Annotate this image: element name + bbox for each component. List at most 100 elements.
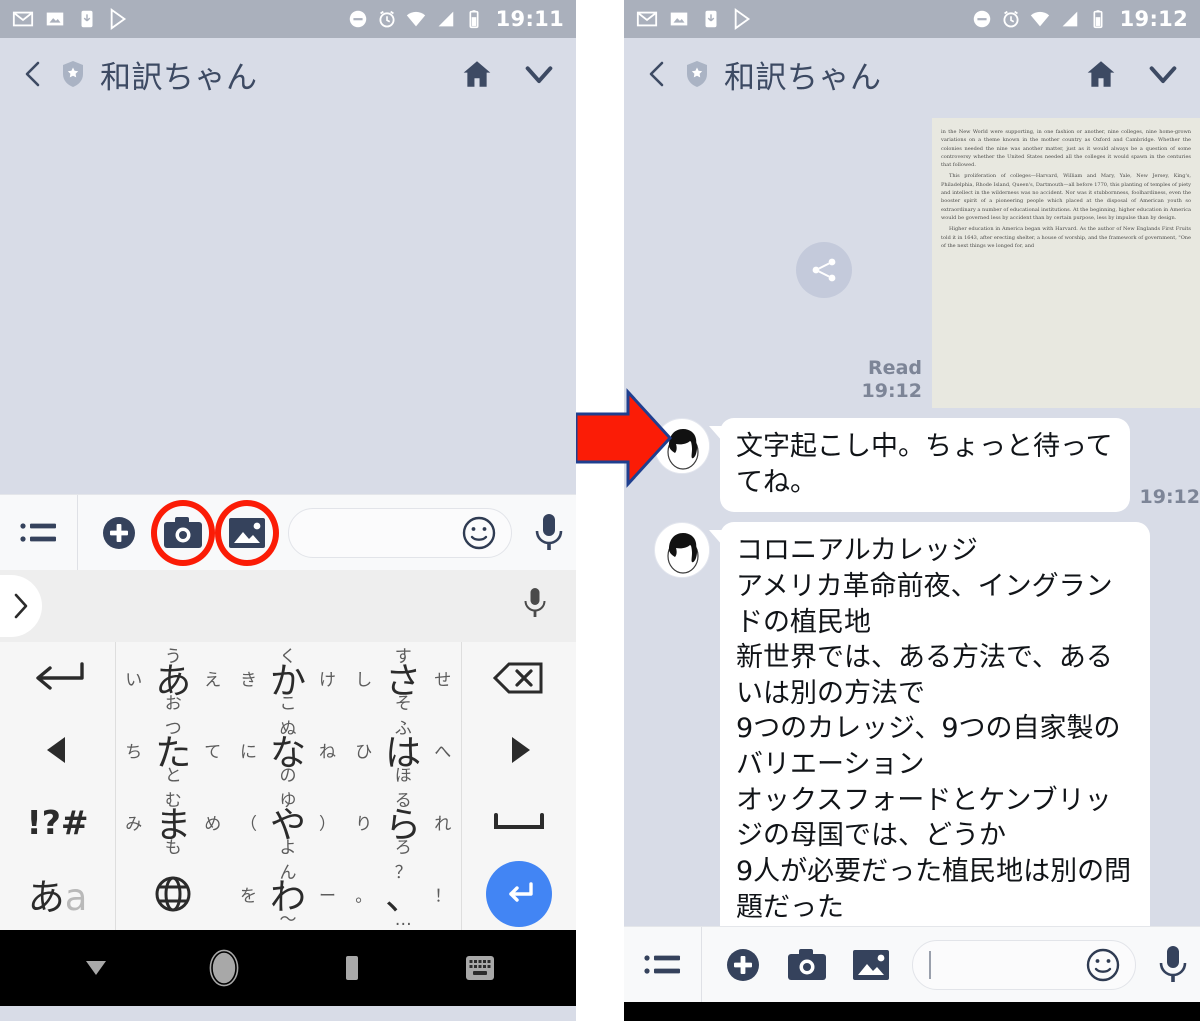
punctuation-key-d: … bbox=[394, 910, 412, 930]
key-ma-glyphs: まむもみめ bbox=[119, 786, 227, 858]
chat-title: 和訳ちゃん bbox=[724, 59, 882, 96]
left-android-nav-bar bbox=[0, 930, 576, 1006]
message-bubble[interactable]: 文字起こし中。ちょっと待っててね。 bbox=[709, 418, 1130, 513]
key-sa-glyphs: さすそしせ bbox=[349, 642, 457, 714]
photos-icon bbox=[670, 12, 688, 26]
undo-key[interactable] bbox=[0, 642, 115, 714]
keyboard-voice-input-button[interactable] bbox=[522, 586, 548, 626]
wifi-icon bbox=[406, 11, 425, 27]
circle-icon bbox=[209, 949, 239, 987]
chevron-down-icon[interactable] bbox=[522, 57, 556, 91]
message-bubble[interactable]: コロニアルカレッジ アメリカ革命前夜、イングランドの植民地 新世界では、ある方法… bbox=[709, 522, 1150, 926]
gmail-icon bbox=[12, 11, 34, 27]
right-phone-screenshot: 19:12 和訳ちゃん Read 19:12 in the New World … bbox=[624, 0, 1200, 1021]
back-icon[interactable] bbox=[20, 59, 46, 89]
gallery-button[interactable] bbox=[215, 499, 279, 566]
key-na-glyphs: なぬのにね bbox=[234, 714, 342, 786]
key-ra-l: り bbox=[355, 814, 373, 835]
cursor-right-key[interactable] bbox=[460, 714, 576, 786]
key-sa-r: せ bbox=[434, 670, 452, 691]
back-icon[interactable] bbox=[644, 59, 670, 89]
gallery-button[interactable] bbox=[848, 942, 894, 988]
status-clock: 19:12 bbox=[1119, 7, 1188, 31]
backspace-key[interactable] bbox=[460, 642, 576, 714]
keyboard-switch-button[interactable] bbox=[416, 953, 544, 983]
key-ta[interactable]: たつとちて bbox=[115, 714, 230, 786]
cursor-left-key[interactable] bbox=[0, 714, 115, 786]
left-chat-body bbox=[0, 110, 576, 494]
status-system-icons: 19:12 bbox=[971, 7, 1188, 31]
voice-message-button[interactable] bbox=[1146, 943, 1200, 987]
camera-button[interactable] bbox=[784, 942, 830, 988]
symbols-key[interactable]: !?# bbox=[0, 786, 115, 858]
gmail-icon bbox=[636, 11, 658, 27]
recents-button[interactable] bbox=[288, 950, 416, 986]
key-wa-d: 〜 bbox=[279, 910, 297, 930]
key-ya[interactable]: やゆよ（） bbox=[230, 786, 345, 858]
enter-key[interactable] bbox=[460, 858, 576, 930]
camera-button[interactable] bbox=[151, 499, 215, 566]
key-sa-u: す bbox=[394, 647, 412, 667]
kana-alpha-toggle-key[interactable]: あa bbox=[0, 858, 115, 930]
key-a[interactable]: あうおいえ bbox=[115, 642, 230, 714]
home-button[interactable] bbox=[160, 948, 288, 988]
gallery-highlight-circle bbox=[215, 499, 279, 566]
signal-icon bbox=[1062, 11, 1077, 27]
globe-key[interactable] bbox=[115, 858, 230, 930]
key-na-u: ぬ bbox=[279, 719, 297, 739]
undo-icon bbox=[35, 662, 84, 690]
key-ha[interactable]: はふほひへ bbox=[346, 714, 461, 786]
key-a-l: い bbox=[125, 670, 143, 691]
triangle-down-icon bbox=[86, 961, 106, 975]
panel-divider bbox=[576, 0, 624, 1021]
key-ya-l: （ bbox=[239, 814, 257, 835]
keyboard-icon bbox=[466, 956, 494, 980]
space-key[interactable] bbox=[460, 786, 576, 858]
avatar[interactable] bbox=[654, 522, 710, 579]
key-ka[interactable]: かくこきけ bbox=[230, 642, 345, 714]
red-arrow-annotation bbox=[576, 388, 672, 488]
enter-button[interactable] bbox=[485, 861, 552, 927]
message-input-field[interactable] bbox=[912, 939, 1136, 990]
status-clock: 19:11 bbox=[495, 7, 564, 31]
home-icon[interactable] bbox=[460, 57, 494, 91]
key-ma[interactable]: まむもみめ bbox=[115, 786, 230, 858]
chevron-down-icon[interactable] bbox=[1146, 57, 1180, 91]
key-wa[interactable]: わん〜をー bbox=[230, 858, 345, 930]
key-ra[interactable]: らるろりれ bbox=[346, 786, 461, 858]
shield-star-icon bbox=[63, 61, 83, 87]
key-ta-u: つ bbox=[164, 719, 182, 739]
share-icon bbox=[812, 258, 835, 282]
menu-button[interactable] bbox=[0, 495, 78, 570]
cursor-right-icon bbox=[511, 737, 530, 763]
battery-icon bbox=[1093, 10, 1103, 29]
voice-message-button[interactable] bbox=[522, 511, 576, 555]
expand-suggestions-button[interactable] bbox=[0, 575, 42, 637]
emoji-smiley-icon[interactable] bbox=[1083, 945, 1123, 985]
key-a-r: え bbox=[204, 670, 222, 691]
play-store-icon bbox=[734, 8, 751, 30]
bot-avatar-icon bbox=[656, 524, 709, 578]
menu-button[interactable] bbox=[624, 927, 702, 1002]
chevron-right-icon bbox=[14, 593, 28, 619]
key-sa[interactable]: さすそしせ bbox=[346, 642, 461, 714]
text-cursor bbox=[929, 950, 931, 979]
share-button[interactable] bbox=[795, 242, 852, 298]
key-sa-d: そ bbox=[394, 694, 412, 714]
home-icon[interactable] bbox=[1084, 57, 1118, 91]
key-na[interactable]: なぬのにね bbox=[230, 714, 345, 786]
key-na-r: ね bbox=[318, 742, 336, 763]
punctuation-key-u: ？ bbox=[394, 863, 412, 883]
punctuation-key[interactable]: 、？…。！ bbox=[346, 858, 461, 930]
hide-keyboard-button[interactable] bbox=[32, 956, 160, 980]
key-a-glyphs: あうおいえ bbox=[119, 642, 227, 714]
key-ta-l: ち bbox=[125, 742, 143, 763]
photo-attachment[interactable]: in the New World were supporting, in one… bbox=[932, 118, 1200, 408]
plus-button[interactable] bbox=[96, 510, 142, 556]
plus-button[interactable] bbox=[720, 942, 766, 988]
alarm-icon bbox=[379, 10, 395, 28]
plus-icon bbox=[103, 516, 135, 549]
emoji-smiley-icon[interactable] bbox=[459, 513, 499, 553]
key-na-l: に bbox=[239, 742, 257, 763]
message-input-field[interactable] bbox=[288, 507, 512, 558]
